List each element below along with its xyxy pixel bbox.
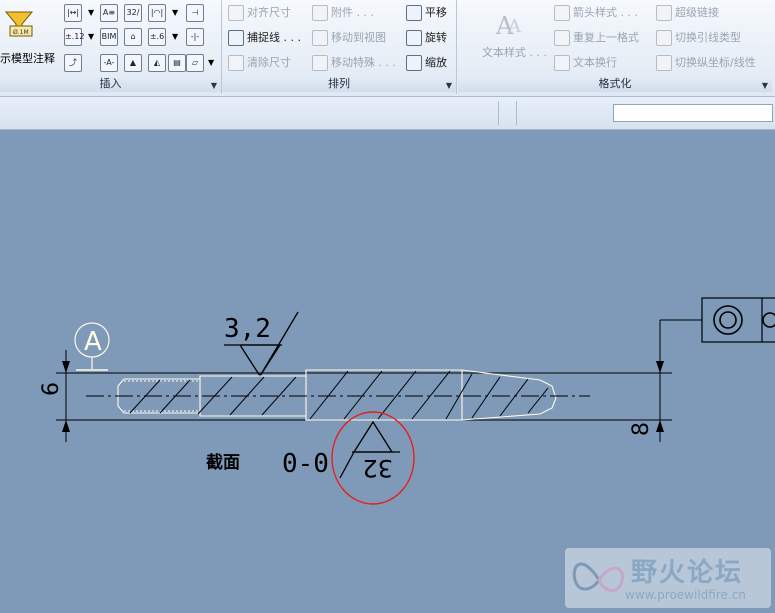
datum-triangle-icon[interactable]: ▲ [124,54,142,72]
move-special-icon [312,55,328,71]
text-style-icon: A A [495,12,522,38]
group-label-insert: 插入 [0,76,221,92]
surface-finish-icon[interactable]: 32/ [124,4,142,22]
toggle-ordinate-icon [656,55,672,71]
centerline-icon[interactable]: -|- [186,28,204,46]
parallelogram-icon[interactable]: ▱ [186,54,204,72]
zoom-icon [406,55,422,71]
toggle-ordinate-button[interactable]: 切换纵坐标/线性 [656,53,756,73]
bim-icon[interactable]: BIM [100,28,118,46]
snap-line-icon [228,30,244,46]
tolerance-icon[interactable]: ±.12 [64,28,84,46]
dimension-right-label: 8 [629,422,654,436]
group-format: A A 文本样式 . . . 箭头样式 . . . 超级链接 重复上一格式 切换… [458,0,772,94]
chevron-down-icon[interactable]: ▼ [172,32,178,41]
move-to-view-button[interactable]: 移动到视图 [312,28,386,48]
note-icon[interactable]: A≡ [100,4,118,22]
drawing-canvas[interactable]: A 3,2 6 8 截面 0-0 32 [0,130,775,613]
toggle-leader-icon [656,30,672,46]
svg-text:A: A [507,16,522,37]
group-label-format: 格式化 [458,76,772,92]
text-wrap-icon [554,55,570,71]
show-annotations-icon: Ø.1M [4,11,34,37]
ribbon: Ø.1M 示模型注释 |↔| A≡ 32/ |◠| ⊣ ±.12 BIM ⌂ ±… [0,0,775,97]
attachment-icon [312,5,328,21]
show-annotations-button[interactable]: Ø.1M 示模型注释 [0,4,58,74]
text-style-button[interactable]: A A 文本样式 . . . [478,6,548,66]
concentricity-icon [713,305,743,335]
chevron-down-icon[interactable]: ▼ [172,8,178,17]
leader-icon[interactable]: ⤴ [64,54,82,72]
datum-target-icon[interactable]: -A- [100,54,118,72]
group-launcher-icon[interactable]: ▼ [211,81,217,90]
clean-dims-button[interactable]: 清除尺寸 [228,53,291,73]
watermark-url: www.proewildfire.cn [625,588,746,602]
feature-control-frame [701,297,775,343]
coordinate-dim-icon[interactable]: ±.6 [148,28,166,46]
rotate-button[interactable]: 旋转 [406,28,447,48]
group-arrange: 对齐尺寸 附件 . . . 平移 捕捉线 . . . 移动到视图 旋转 清除尺寸… [222,0,457,94]
svg-text:Ø.1M: Ø.1M [13,29,29,36]
chevron-down-icon[interactable]: ▼ [88,8,94,17]
section-label: 截面 [206,452,240,473]
butterfly-logo-icon [572,562,624,593]
section-name: 0-0 [282,449,329,479]
drawing-svg: A 3,2 6 8 截面 0-0 32 [39,297,775,505]
dimension-icon[interactable]: |↔| [64,4,82,22]
section-hatch [129,370,549,420]
repeat-format-icon [554,30,570,46]
attachment-button[interactable]: 附件 . . . [312,3,374,23]
chevron-down-icon[interactable]: ▼ [208,58,214,67]
zoom-button[interactable]: 缩放 [406,53,447,73]
chevron-down-icon[interactable]: ▼ [88,32,94,41]
hyperlink-icon [656,5,672,21]
roughness-markup-label: 32 [362,454,393,482]
move-to-view-icon [312,30,328,46]
group-label-arrange: 排列 [222,76,456,92]
text-wrap-button[interactable]: 文本换行 [554,53,617,73]
watermark-logo: 野火论坛 www.proewildfire.cn [565,548,771,608]
toggle-leader-button[interactable]: 切换引线类型 [656,28,741,48]
rotate-icon [406,30,422,46]
show-annotations-label: 示模型注释 [0,52,55,65]
toolbar-divider [498,101,499,125]
shaft-outline [117,369,557,421]
view-toolbar [0,97,775,130]
datum-symbol: A [74,322,110,371]
group-insert: Ø.1M 示模型注释 |↔| A≡ 32/ |◠| ⊣ ±.12 BIM ⌂ ±… [0,0,222,94]
pan-button[interactable]: 平移 [406,3,447,23]
dimension-left-label: 6 [39,382,64,396]
ordinate-dim-icon[interactable]: |◠| [148,4,166,22]
datum-label: A [84,327,102,357]
table-icon[interactable]: ▤ [168,54,186,72]
align-dims-icon [228,5,244,21]
roughness-top-label: 3,2 [224,314,271,344]
move-special-button[interactable]: 移动特殊 . . . [312,53,396,73]
toolbar-divider [516,101,517,125]
arrow-style-icon [554,5,570,21]
search-input[interactable] [613,104,773,122]
datum-feature-icon[interactable]: ⌂ [124,28,142,46]
group-launcher-icon[interactable]: ▼ [446,81,452,90]
clean-dims-icon [228,55,244,71]
symbol-icon[interactable]: ◭ [148,54,166,72]
hyperlink-button[interactable]: 超级链接 [656,3,719,23]
watermark-title: 野火论坛 [631,558,744,588]
reference-dim-icon[interactable]: ⊣ [186,4,204,22]
arrow-style-button[interactable]: 箭头样式 . . . [554,3,638,23]
pan-icon [406,5,422,21]
repeat-format-button[interactable]: 重复上一格式 [554,28,639,48]
align-dims-button[interactable]: 对齐尺寸 [228,3,291,23]
group-launcher-icon[interactable]: ▼ [762,81,768,90]
snap-line-button[interactable]: 捕捉线 . . . [228,28,301,48]
